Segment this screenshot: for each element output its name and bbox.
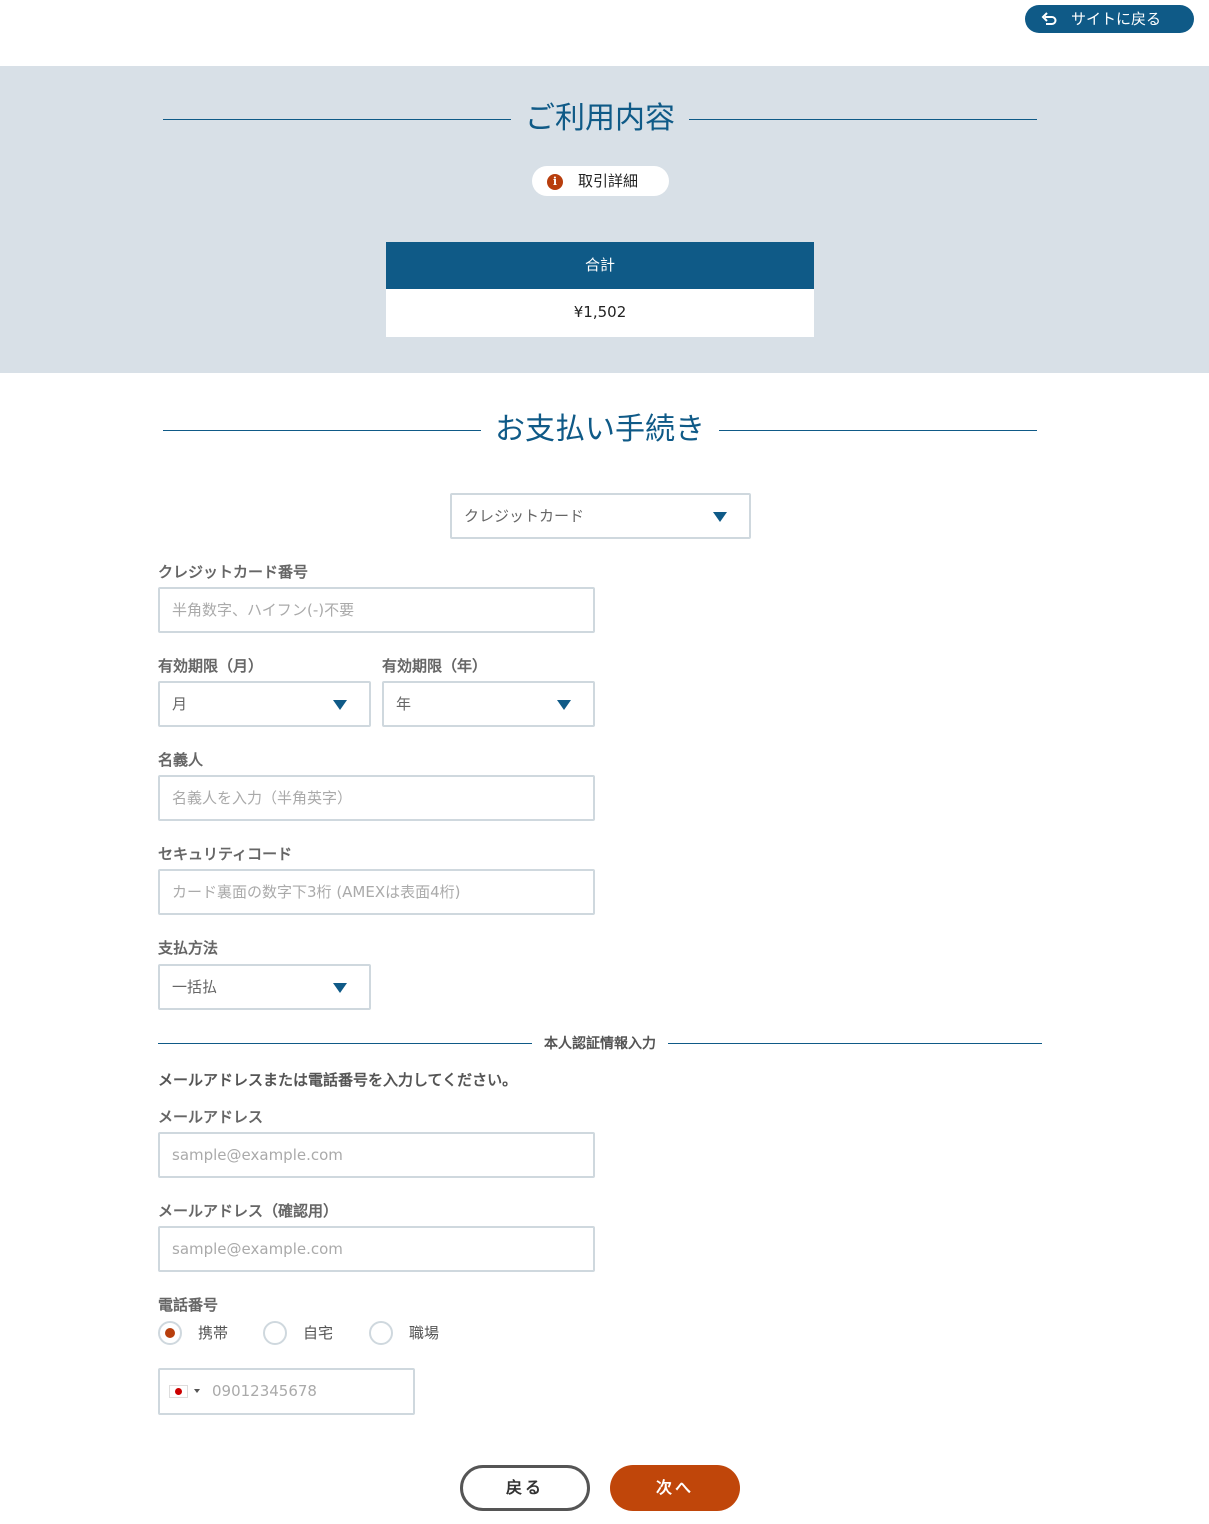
transaction-details-button[interactable]: i 取引詳細 bbox=[532, 166, 669, 196]
payment-section-title: お支払い手続き bbox=[163, 410, 1037, 450]
chevron-down-icon bbox=[333, 983, 347, 993]
phone-type-label: 携帯 bbox=[198, 1324, 229, 1342]
back-to-site-label: サイトに戻る bbox=[1071, 10, 1162, 28]
exp-year-label: 有効期限（年） bbox=[382, 657, 488, 675]
flag-sun bbox=[175, 1388, 182, 1395]
exp-month-label: 有効期限（月） bbox=[158, 657, 264, 675]
title-divider-left bbox=[163, 429, 481, 431]
back-button[interactable]: 戻る bbox=[460, 1465, 590, 1511]
radio-circle bbox=[263, 1321, 287, 1345]
usage-title: ご利用内容 bbox=[525, 101, 675, 136]
back-to-site-button[interactable]: サイトに戻る bbox=[1025, 5, 1194, 33]
info-icon: i bbox=[547, 174, 563, 190]
next-button[interactable]: 次へ bbox=[610, 1465, 740, 1511]
payment-plan-select[interactable]: 一括払 bbox=[158, 964, 371, 1010]
phone-number-placeholder: 09012345678 bbox=[212, 1382, 317, 1400]
radio-selected-dot bbox=[165, 1328, 175, 1338]
title-divider-right bbox=[719, 429, 1037, 431]
exp-year-select[interactable]: 年 bbox=[382, 681, 595, 727]
security-code-input[interactable]: カード裏面の数字下3桁 (AMEXは表面4桁) bbox=[158, 869, 595, 915]
card-number-input[interactable]: 半角数字、ハイフン(-)不要 bbox=[158, 587, 595, 633]
return-arrow-icon bbox=[1041, 12, 1057, 25]
card-number-label: クレジットカード番号 bbox=[158, 563, 309, 581]
email-label: メールアドレス bbox=[158, 1108, 264, 1126]
email-confirm-label: メールアドレス（確認用） bbox=[158, 1202, 339, 1220]
phone-type-label: 職場 bbox=[409, 1324, 440, 1342]
card-holder-input[interactable]: 名義人を入力（半角英字） bbox=[158, 775, 595, 821]
title-divider-right bbox=[689, 118, 1037, 120]
auth-instruction: メールアドレスまたは電話番号を入力してください。 bbox=[158, 1071, 518, 1089]
payment-plan-value: 一括払 bbox=[172, 978, 218, 996]
total-amount-box: 合計 ¥1,502 bbox=[386, 242, 814, 337]
divider-line-right bbox=[668, 1042, 1042, 1044]
email-input[interactable]: sample@example.com bbox=[158, 1132, 595, 1178]
divider-line-left bbox=[158, 1042, 532, 1044]
phone-type-label: 自宅 bbox=[303, 1324, 334, 1342]
payment-method-select[interactable]: クレジットカード bbox=[450, 493, 751, 539]
radio-circle bbox=[369, 1321, 393, 1345]
country-caret-icon[interactable] bbox=[194, 1389, 200, 1393]
japan-flag-icon[interactable] bbox=[169, 1385, 188, 1398]
total-value: ¥1,502 bbox=[386, 289, 814, 337]
exp-month-select[interactable]: 月 bbox=[158, 681, 371, 727]
chevron-down-icon bbox=[333, 700, 347, 710]
title-divider-left bbox=[163, 118, 511, 120]
transaction-details-label: 取引詳細 bbox=[578, 172, 639, 190]
security-code-label: セキュリティコード bbox=[158, 845, 293, 863]
radio-circle bbox=[158, 1321, 182, 1345]
payment-title: お支払い手続き bbox=[495, 412, 705, 447]
usage-section-title: ご利用内容 bbox=[163, 99, 1037, 139]
total-header: 合計 bbox=[386, 242, 814, 289]
email-confirm-input[interactable]: sample@example.com bbox=[158, 1226, 595, 1272]
phone-label: 電話番号 bbox=[158, 1296, 219, 1314]
card-holder-label: 名義人 bbox=[158, 751, 204, 769]
exp-month-value: 月 bbox=[172, 695, 188, 713]
auth-section-divider: 本人認証情報入力 bbox=[158, 1033, 1042, 1053]
auth-section-label: 本人認証情報入力 bbox=[544, 1036, 656, 1052]
phone-number-input[interactable]: 09012345678 bbox=[158, 1368, 415, 1415]
payment-plan-label: 支払方法 bbox=[158, 939, 219, 957]
chevron-down-icon bbox=[557, 700, 571, 710]
payment-method-value: クレジットカード bbox=[464, 507, 585, 525]
chevron-down-icon bbox=[713, 512, 727, 522]
exp-year-value: 年 bbox=[396, 695, 412, 713]
